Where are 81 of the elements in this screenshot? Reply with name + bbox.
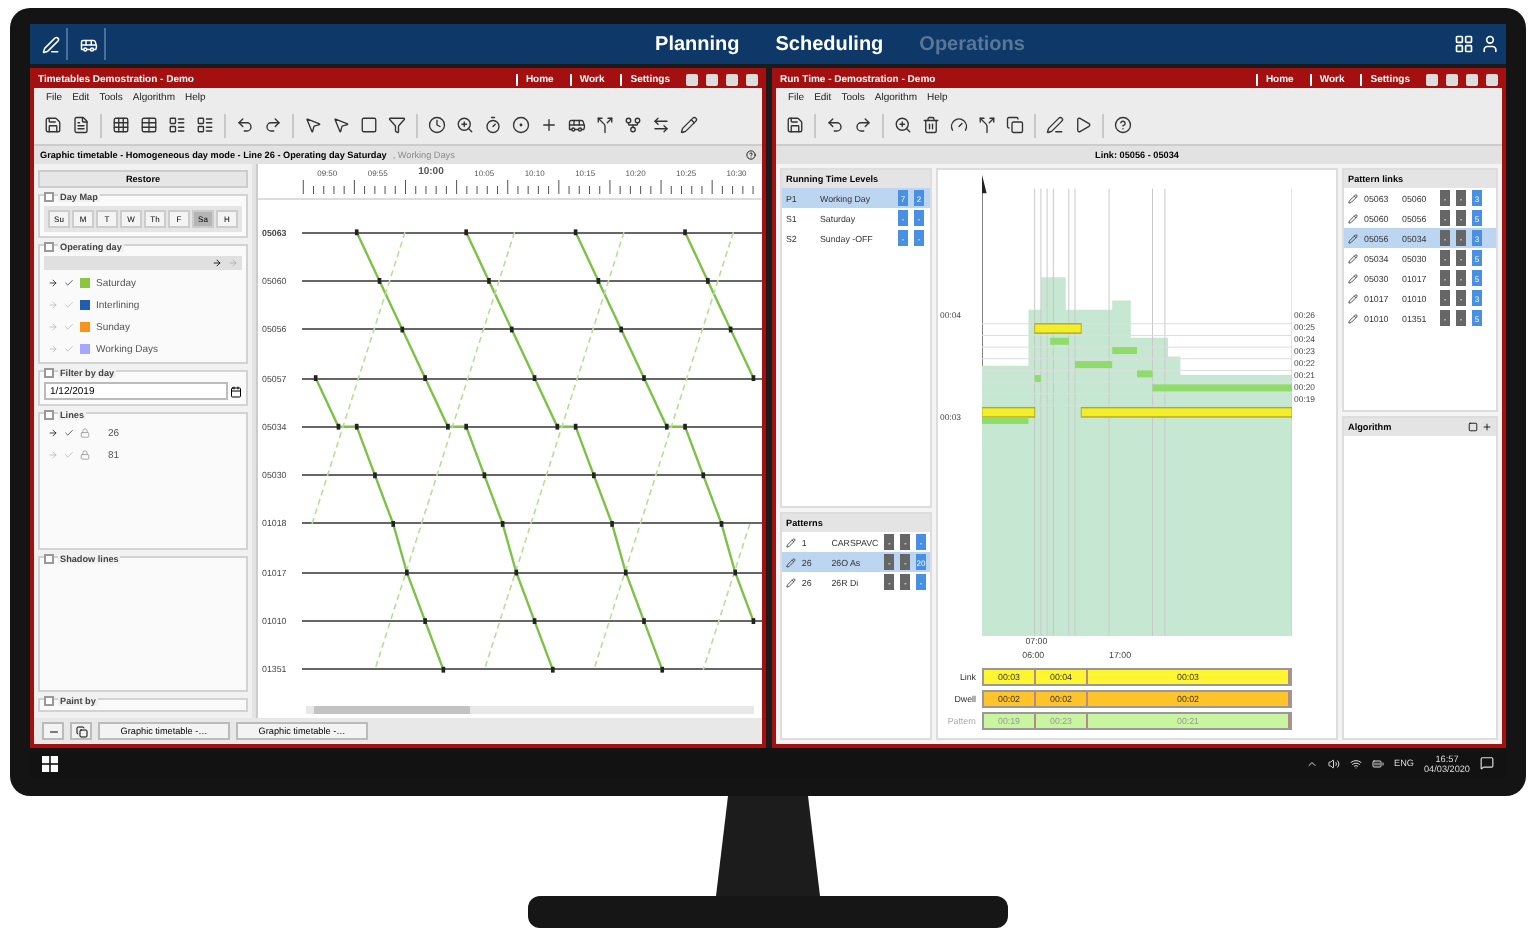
apps-grid-icon[interactable] [1454,34,1474,54]
restore-button[interactable] [1446,74,1458,86]
gauge-icon[interactable] [950,116,968,134]
run-time-bar [1112,347,1137,355]
minimize-button[interactable] [42,722,64,740]
close-button[interactable] [746,74,758,86]
collapse-toggle[interactable] [44,410,54,420]
plus-icon[interactable] [1482,422,1492,432]
maximize-button[interactable] [726,74,738,86]
user-icon[interactable] [1480,34,1500,54]
restore-button[interactable] [706,74,718,86]
help-icon[interactable] [746,150,756,160]
zoom-in-icon[interactable] [456,116,474,134]
split-icon[interactable] [596,116,614,134]
collapse-toggle[interactable] [44,696,54,706]
check-icon[interactable] [64,344,74,354]
battery-icon[interactable] [1372,757,1385,769]
pencil-icon[interactable] [680,116,698,134]
pen-icon[interactable] [1046,116,1064,134]
arrow-icon[interactable] [48,278,58,288]
calendar-icon[interactable] [230,385,242,397]
document-icon[interactable] [72,116,90,134]
check-icon[interactable] [64,428,74,438]
collapse-toggle[interactable] [44,242,54,252]
undo-icon[interactable] [826,116,844,134]
redo-icon[interactable] [264,116,282,134]
collapse-toggle[interactable] [44,553,54,563]
list-icon[interactable] [168,116,186,134]
scrollbar[interactable] [252,164,256,718]
horizontal-scrollbar[interactable] [306,706,754,714]
run-time-bar [1050,337,1069,345]
check-icon[interactable] [64,300,74,310]
maximize-button[interactable] [1466,74,1478,86]
timer-icon[interactable] [484,116,502,134]
table-icon[interactable] [140,116,158,134]
windows-logo-icon[interactable] [42,755,58,771]
check-icon[interactable] [64,278,74,288]
arrows-icon[interactable] [652,116,670,134]
minimize-button[interactable] [1426,74,1438,86]
filter-icon[interactable] [388,116,406,134]
trash-icon[interactable] [922,116,940,134]
undo-icon[interactable] [236,116,254,134]
windows-button[interactable] [70,722,92,740]
collapse-toggle[interactable] [44,192,54,202]
plus-icon[interactable] [540,116,558,134]
close-button[interactable] [1486,74,1498,86]
notification-icon[interactable] [1480,756,1494,770]
run-time-bar [1034,323,1082,334]
copy-icon[interactable] [1006,116,1024,134]
help-icon[interactable] [1114,116,1132,134]
zoom-icon[interactable] [894,116,912,134]
wifi-icon[interactable] [1350,757,1363,769]
list-icon[interactable] [196,116,214,134]
fork-icon[interactable] [624,116,642,134]
circle-dot-icon[interactable] [512,116,530,134]
arrow-icon[interactable] [48,428,58,438]
split-icon[interactable] [978,116,996,134]
windows-icon [75,725,87,737]
grid-icon[interactable] [112,116,130,134]
run-time-bar [1034,375,1041,383]
nav-tab[interactable]: Scheduling [775,33,884,55]
clock-icon[interactable] [428,116,446,134]
chevron-up-icon[interactable] [1306,757,1319,769]
volume-icon[interactable] [1328,757,1341,769]
minimize-button[interactable] [686,74,698,86]
check-icon[interactable] [64,322,74,332]
minus-icon [47,725,59,737]
run-time-bar [1152,384,1292,392]
run-time-bar [1137,370,1153,378]
collapse-toggle[interactable] [44,368,54,378]
checkbox-icon[interactable] [1468,422,1478,432]
redo-icon[interactable] [854,116,872,134]
arrow-icon[interactable] [212,258,222,268]
run-time-bar [1075,361,1113,369]
bus-icon[interactable] [568,116,586,134]
save-icon[interactable] [786,116,804,134]
nav-tab[interactable]: Planning [655,33,740,55]
square-icon[interactable] [360,116,378,134]
play-icon[interactable] [1074,116,1092,134]
check-icon[interactable] [64,450,74,460]
save-icon[interactable] [44,116,62,134]
